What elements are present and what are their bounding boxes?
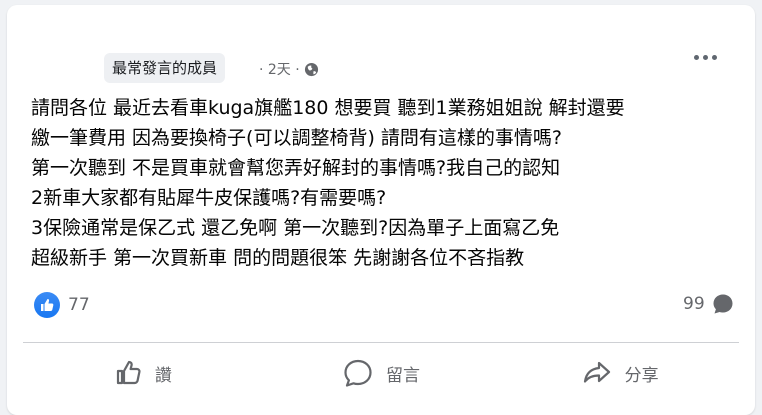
- post-line: 2新車大家都有貼犀牛皮保護嗎?有需要嗎?: [31, 187, 387, 209]
- comment-count: 99: [683, 294, 705, 314]
- comment-icon: [344, 359, 372, 387]
- share-button[interactable]: 分享: [500, 345, 739, 401]
- share-icon: [583, 361, 610, 383]
- more-options-button[interactable]: [689, 41, 721, 73]
- comment-summary[interactable]: 99: [683, 292, 735, 316]
- author-badge[interactable]: 最常發言的成員: [104, 53, 226, 83]
- comment-button[interactable]: 留言: [262, 345, 501, 401]
- post-body: 請問各位 最近去看車kuga旗艦180 想要買 聽到1業務姐姐說 解封還要 繳一…: [31, 93, 751, 273]
- post-card: 最常發言的成員 · 2天 · 請問各位 最近去看車kuga旗艦180 想要買 聽…: [7, 5, 755, 415]
- post-meta: · 2天 ·: [259, 59, 319, 79]
- more-dot-icon: [711, 54, 717, 60]
- post-line: 超級新手 第一次買新車 問的問題很笨 先謝謝各位不吝指教: [31, 247, 525, 269]
- timestamp[interactable]: · 2天 ·: [259, 59, 300, 79]
- post-line: 3保險通常是保乙式 還乙免啊 第一次聽到?因為單子上面寫乙免: [31, 217, 560, 239]
- more-dot-icon: [702, 54, 708, 60]
- like-button[interactable]: 讚: [23, 345, 262, 401]
- more-dot-icon: [693, 54, 699, 60]
- reaction-count: 77: [68, 295, 90, 315]
- thumbs-up-icon: [116, 360, 141, 385]
- reaction-summary[interactable]: 77: [34, 292, 90, 318]
- post-line: 請問各位 最近去看車kuga旗艦180 想要買 聽到1業務姐姐說 解封還要: [31, 97, 625, 119]
- action-bar: 讚 留言 分享: [23, 345, 739, 401]
- share-label: 分享: [624, 365, 659, 386]
- divider: [23, 342, 739, 343]
- post-line: 繳一筆費用 因為要換椅子(可以調整椅背) 請問有這樣的事情嗎?: [31, 127, 562, 149]
- like-label: 讚: [154, 365, 172, 386]
- comment-label: 留言: [386, 365, 420, 386]
- like-reaction-icon: [34, 292, 60, 318]
- comment-bubble-icon: [713, 294, 733, 314]
- post-line: 第一次聽到 不是買車就會幫您弄好解封的事情嗎?我自己的認知: [31, 157, 561, 179]
- globe-icon: [304, 62, 318, 76]
